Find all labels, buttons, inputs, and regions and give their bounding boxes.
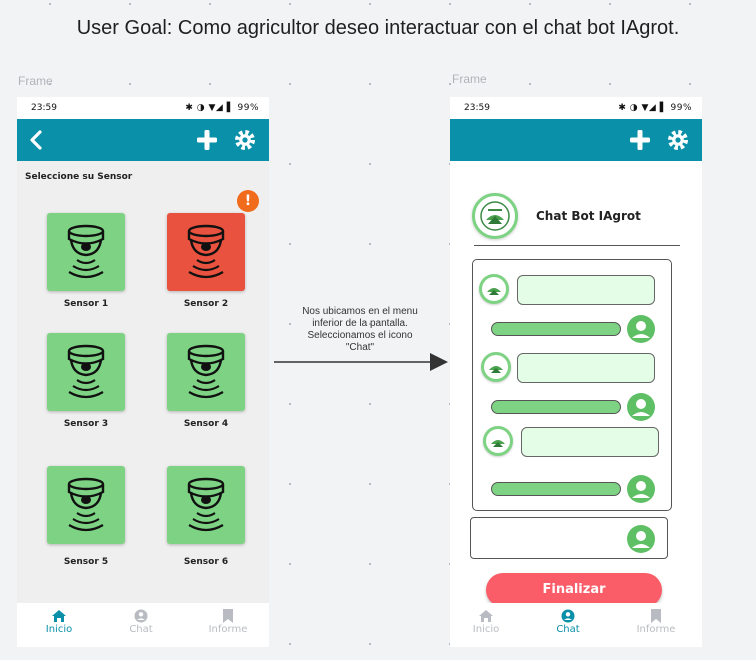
chat-user-icon [561, 609, 575, 623]
bot-message-avatar [483, 426, 513, 456]
plus-icon[interactable] [628, 128, 652, 152]
plus-icon[interactable] [195, 128, 219, 152]
flow-arrow-icon [274, 353, 448, 371]
bot-message-bubble [517, 275, 655, 305]
sensor-tile-4[interactable] [167, 333, 245, 411]
header-divider [474, 245, 680, 246]
sensor-tile-1[interactable] [47, 213, 125, 291]
user-avatar-icon [627, 315, 655, 343]
bookmark-icon [651, 609, 661, 623]
sensor-label-4: Sensor 4 [183, 419, 229, 429]
gear-icon[interactable] [233, 128, 257, 152]
section-title: Seleccione su Sensor [25, 172, 133, 182]
alert-badge-icon: ! [237, 190, 259, 212]
bookmark-icon [223, 609, 233, 623]
bot-message-bubble [517, 353, 655, 383]
nav-label-inicio: Inicio [45, 624, 73, 635]
chat-history[interactable] [472, 259, 672, 511]
user-message-bubble [491, 482, 621, 496]
user-message-bubble [491, 400, 621, 414]
frame-label-right: Frame [452, 72, 487, 86]
sensor-tile-5[interactable] [47, 466, 125, 544]
message-input[interactable] [470, 517, 668, 559]
user-avatar-icon [627, 475, 655, 503]
status-icons: ✱ ◑ ▼◢ ▌ 99% [618, 103, 692, 113]
nav-item-inicio[interactable]: Inicio [29, 609, 89, 635]
sensor-screen: 23:59 ✱ ◑ ▼◢ ▌ 99% Seleccione su Sensor … [17, 97, 269, 647]
bot-message-bubble [521, 427, 659, 457]
sensor-icon [187, 224, 225, 279]
nav-label-chat: Chat [129, 624, 153, 635]
top-bar [17, 119, 269, 161]
nav-item-chat[interactable]: Chat [111, 609, 171, 635]
gear-icon[interactable] [666, 128, 690, 152]
nav-item-chat[interactable]: Chat [538, 609, 598, 635]
nav-item-informe[interactable]: Informe [198, 609, 258, 635]
bot-logo-icon [480, 201, 510, 231]
bottom-nav: Inicio Chat Informe [450, 603, 702, 647]
sensor-icon [67, 477, 105, 532]
nav-item-informe[interactable]: Informe [626, 609, 686, 635]
nav-label-chat: Chat [556, 624, 580, 635]
sensor-tile-6[interactable] [167, 466, 245, 544]
status-icons: ✱ ◑ ▼◢ ▌ 99% [185, 103, 259, 113]
user-avatar-icon [627, 525, 655, 553]
status-time: 23:59 [464, 103, 490, 113]
bot-message-avatar [479, 274, 509, 304]
bot-logo-icon [489, 366, 503, 373]
sensor-label-1: Sensor 1 [63, 299, 109, 309]
back-arrow-icon[interactable] [25, 128, 49, 152]
sensor-icon [187, 344, 225, 399]
user-avatar-icon [627, 393, 655, 421]
sensor-tile-3[interactable] [47, 333, 125, 411]
top-bar [450, 119, 702, 161]
nav-label-informe: Informe [636, 624, 676, 635]
bot-title: Chat Bot IAgrot [536, 209, 641, 223]
nav-item-inicio[interactable]: Inicio [456, 609, 516, 635]
bot-logo-icon [487, 288, 501, 295]
frame-label-left: Frame [18, 74, 53, 88]
chat-user-icon [134, 609, 148, 623]
sensor-label-2: Sensor 2 [183, 299, 229, 309]
sensor-icon [67, 344, 105, 399]
sensor-label-5: Sensor 5 [63, 557, 109, 567]
annotation-text: Nos ubicamos en el menu inferior de la p… [302, 306, 418, 353]
nav-label-inicio: Inicio [472, 624, 500, 635]
finalize-button[interactable]: Finalizar [486, 573, 662, 607]
user-goal-text: User Goal: Como agricultor deseo interac… [76, 17, 680, 39]
sensor-icon [187, 477, 225, 532]
chat-screen: 23:59 ✱ ◑ ▼◢ ▌ 99% Chat Bot IAgrot Final… [450, 97, 702, 647]
sensor-label-3: Sensor 3 [63, 419, 109, 429]
status-time: 23:59 [31, 103, 57, 113]
user-message-bubble [491, 322, 621, 336]
sensor-icon [67, 224, 105, 279]
bot-logo-icon [491, 440, 505, 447]
home-icon [479, 610, 493, 622]
status-bar: 23:59 ✱ ◑ ▼◢ ▌ 99% [17, 97, 269, 119]
home-icon [52, 610, 66, 622]
sensor-tile-2[interactable] [167, 213, 245, 291]
bot-avatar [472, 193, 518, 239]
sensor-label-6: Sensor 6 [183, 557, 229, 567]
bottom-nav: Inicio Chat Informe [17, 603, 269, 647]
nav-label-informe: Informe [208, 624, 248, 635]
status-bar: 23:59 ✱ ◑ ▼◢ ▌ 99% [450, 97, 702, 119]
bot-message-avatar [481, 352, 511, 382]
